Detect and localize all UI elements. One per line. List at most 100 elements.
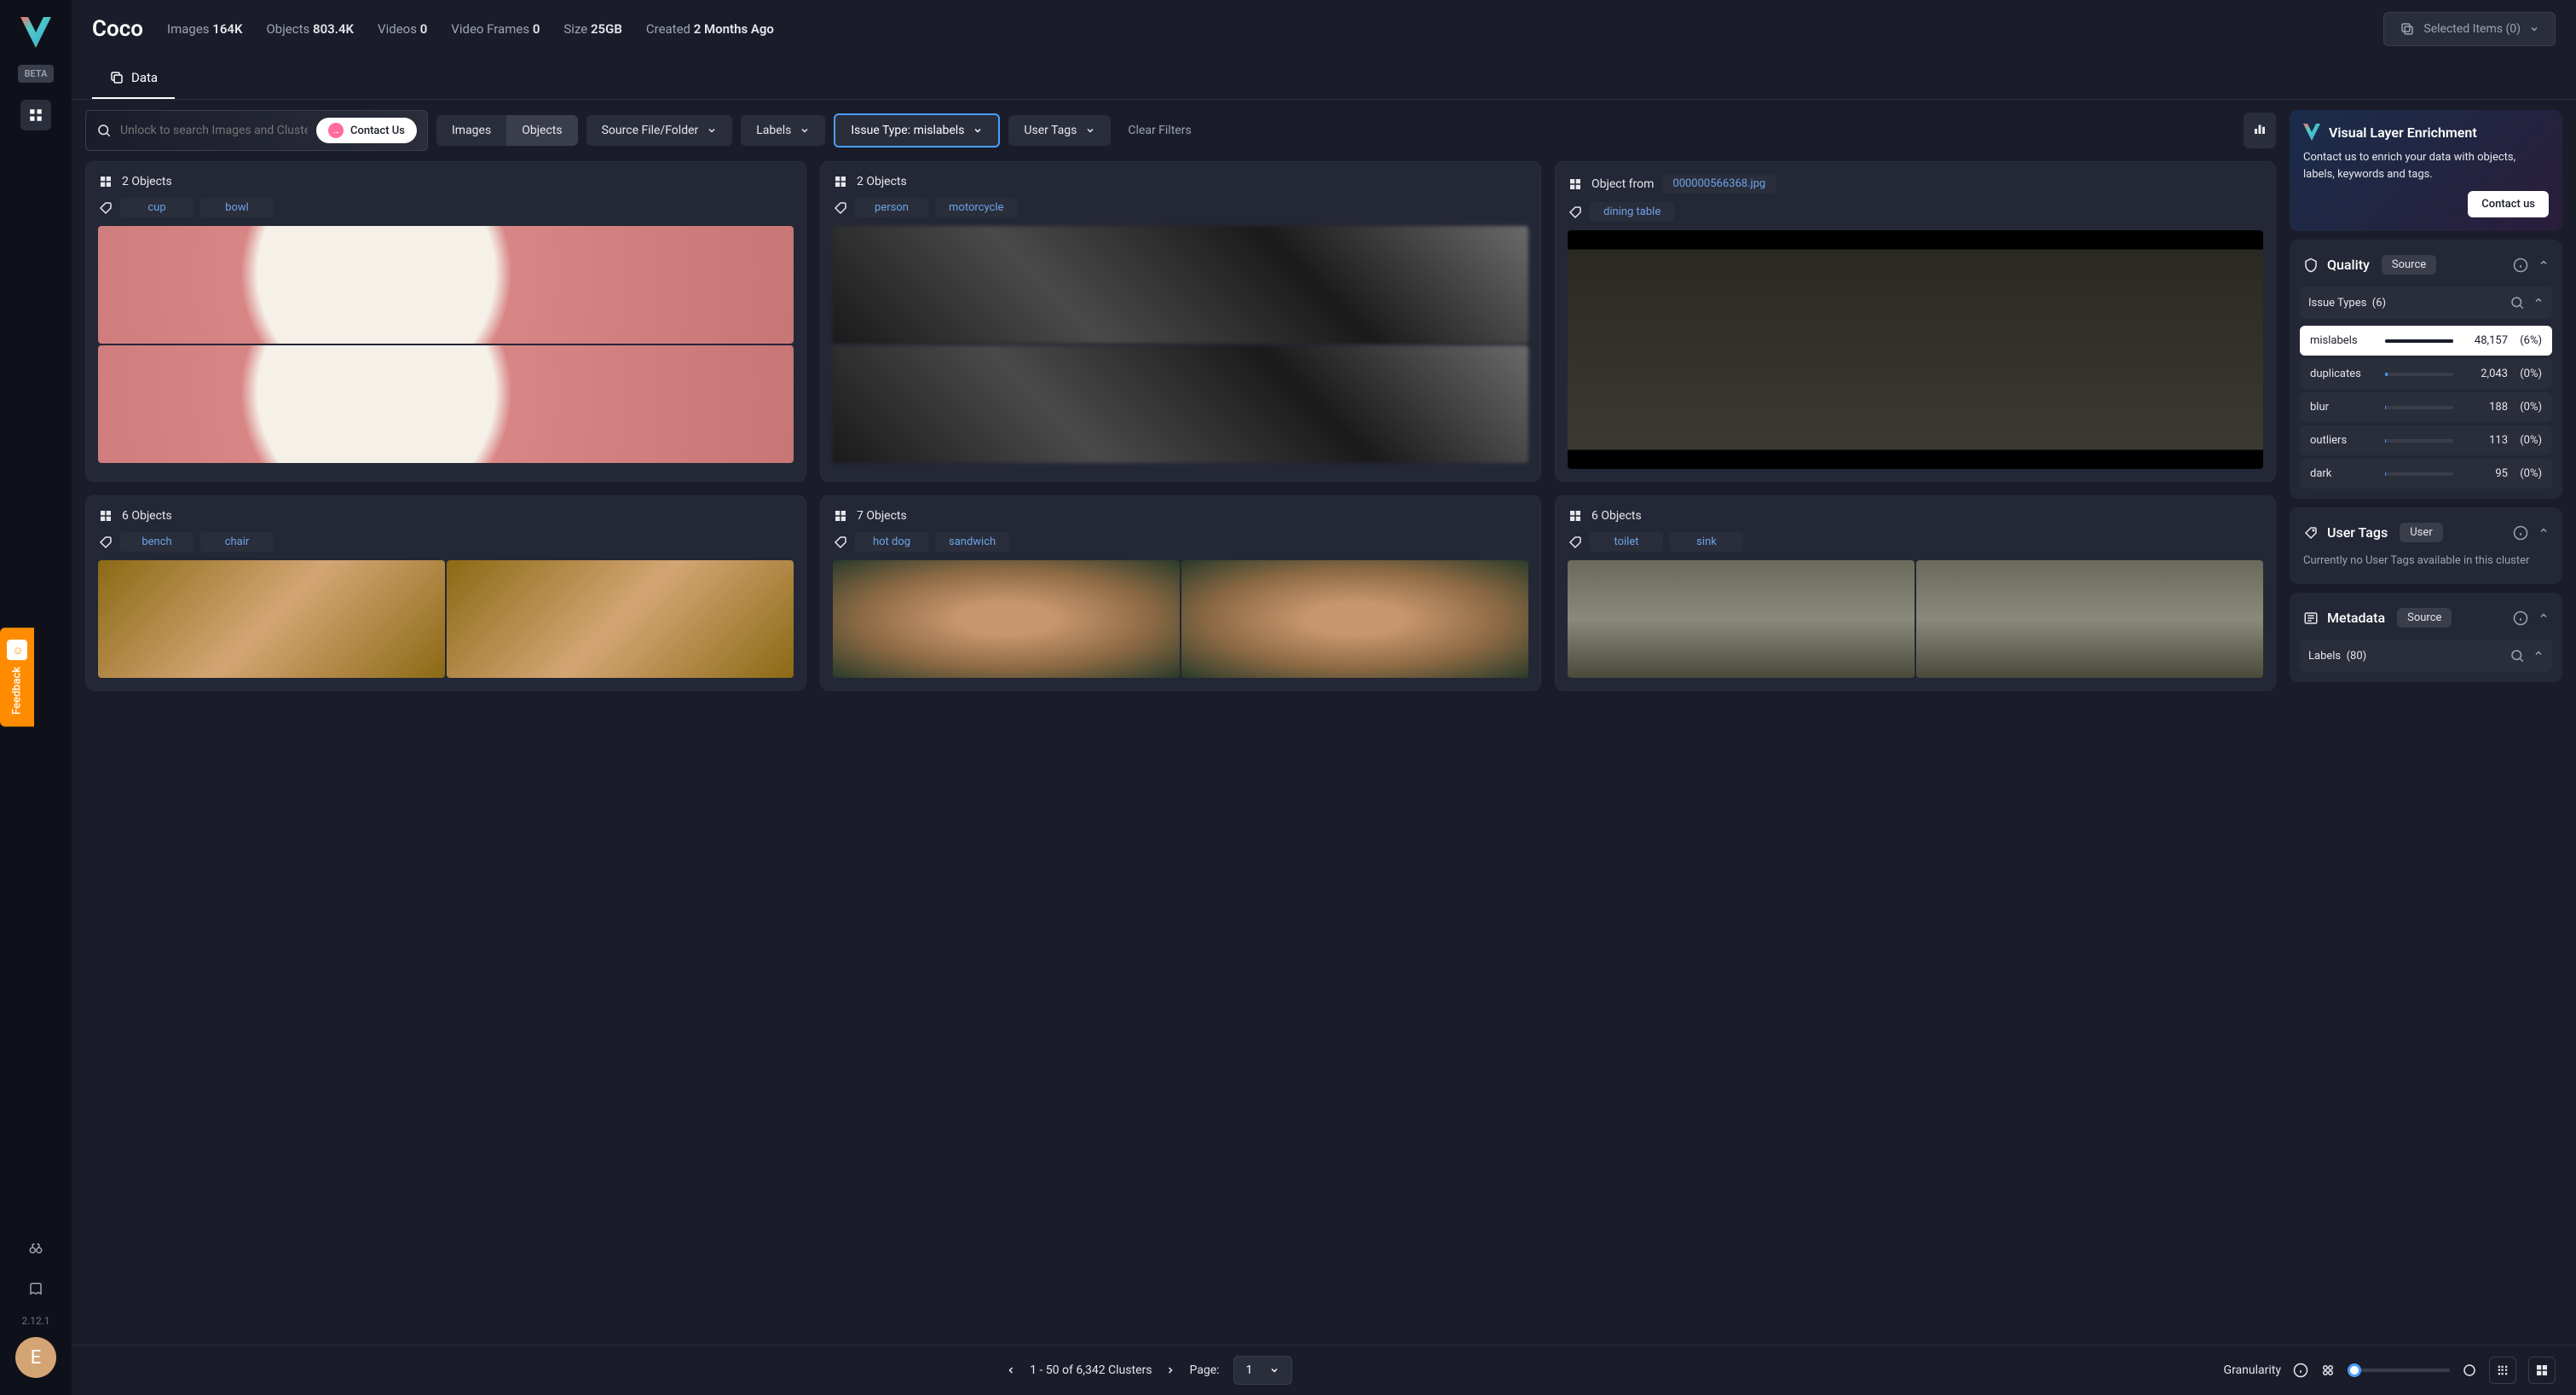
arrow-icon: → — [328, 123, 344, 138]
card-header-text: 6 Objects — [1591, 509, 1642, 523]
grid-icon — [1568, 508, 1583, 524]
enrichment-contact-button[interactable]: Contact us — [2468, 191, 2549, 217]
card-header-text: 2 Objects — [122, 175, 172, 188]
card-tags: cupbowl — [98, 198, 794, 217]
filter-source-dropdown[interactable]: Source File/Folder — [586, 115, 733, 146]
tag-chip[interactable]: sandwich — [935, 532, 1009, 552]
info-icon[interactable] — [2513, 611, 2528, 626]
issue-bar — [2385, 439, 2453, 443]
selected-items-dropdown[interactable]: Selected Items (0) — [2383, 12, 2556, 46]
search-input[interactable] — [120, 124, 308, 137]
chevron-up-icon[interactable] — [2538, 258, 2549, 268]
filter-issue-type-dropdown[interactable]: Issue Type: mislabels — [834, 113, 1000, 148]
source-chip[interactable]: 000000566368.jpg — [1662, 174, 1776, 194]
stat-images: Images 164K — [167, 21, 242, 37]
nav-docs-icon[interactable] — [20, 1274, 51, 1305]
tag-chip[interactable]: cup — [120, 198, 193, 217]
search-icon[interactable] — [2510, 295, 2525, 310]
nav-datasets-icon[interactable] — [20, 100, 51, 130]
contact-us-pill[interactable]: → Contact Us — [316, 118, 417, 143]
chevron-up-icon[interactable] — [2533, 648, 2544, 658]
chevron-up-icon[interactable] — [2538, 525, 2549, 535]
issue-row-dark[interactable]: dark95(0%) — [2300, 459, 2552, 489]
card-image — [98, 226, 794, 344]
card-header: 2 Objects — [833, 174, 1528, 189]
tag-chip[interactable]: bench — [120, 532, 193, 552]
issue-name: outliers — [2310, 434, 2375, 447]
tabs: Data — [72, 58, 2576, 100]
issue-bar — [2385, 406, 2453, 409]
user-tags-pill[interactable]: User — [2400, 523, 2442, 542]
issue-types-count: (6) — [2372, 297, 2386, 310]
chevron-down-icon — [2529, 24, 2539, 34]
card-image — [447, 560, 794, 678]
tag-chip[interactable]: sink — [1670, 532, 1743, 552]
prev-page-icon[interactable] — [1006, 1365, 1016, 1375]
tag-chip[interactable]: dining table — [1590, 202, 1674, 222]
clear-filters-link[interactable]: Clear Filters — [1119, 115, 1199, 146]
right-panel: Visual Layer Enrichment Contact us to en… — [2283, 100, 2569, 1345]
cluster-card[interactable]: Object from000000566368.jpgdining table — [1555, 161, 2276, 482]
tag-icon — [98, 200, 113, 216]
cluster-card[interactable]: 2 Objects person motorcycle — [820, 161, 1541, 482]
next-page-icon[interactable] — [1165, 1365, 1175, 1375]
card-image — [98, 345, 794, 463]
nav-binoculars-icon[interactable] — [20, 1233, 51, 1264]
filter-images-objects: Images Objects — [436, 115, 578, 146]
tag-chip[interactable]: bowl — [200, 198, 274, 217]
metadata-pill[interactable]: Source — [2397, 608, 2452, 628]
quality-source-pill[interactable]: Source — [2382, 255, 2436, 275]
tag-chip[interactable]: motorcycle — [935, 198, 1017, 217]
feedback-tab[interactable]: Feedback ☺ — [0, 628, 34, 726]
issue-name: blur — [2310, 401, 2375, 414]
cluster-card[interactable]: 2 Objects cupbowl — [85, 161, 806, 482]
issue-row-duplicates[interactable]: duplicates2,043(0%) — [2300, 359, 2552, 389]
tag-chip[interactable]: chair — [200, 532, 274, 552]
chart-button[interactable] — [2244, 113, 2276, 148]
tag-chip[interactable]: toilet — [1590, 532, 1663, 552]
granularity-slider[interactable] — [2348, 1369, 2450, 1372]
info-icon[interactable] — [2513, 525, 2528, 541]
cluster-card[interactable]: 6 Objects bench chair — [85, 495, 806, 691]
page-select[interactable]: 1 — [1233, 1356, 1293, 1385]
card-header: 2 Objects — [98, 174, 794, 189]
card-header: 6 Objects — [98, 508, 794, 524]
chevron-up-icon[interactable] — [2533, 295, 2544, 305]
enrichment-title: Visual Layer Enrichment — [2303, 124, 2549, 141]
granularity-control: Granularity — [2224, 1357, 2556, 1384]
grid-large-icon — [2534, 1363, 2550, 1378]
logo[interactable] — [20, 17, 51, 48]
grid-icon — [833, 508, 848, 524]
grid-small-button[interactable] — [2489, 1357, 2516, 1384]
issue-pct: (0%) — [2508, 467, 2542, 480]
issue-pct: (0%) — [2508, 434, 2542, 447]
chevron-up-icon[interactable] — [2538, 611, 2549, 621]
search-icon — [96, 123, 112, 138]
issue-pct: (0%) — [2508, 401, 2542, 414]
filter-images-btn[interactable]: Images — [436, 115, 506, 146]
tag-chip[interactable]: hot dog — [855, 532, 928, 552]
search-container: → Contact Us — [85, 110, 428, 151]
issue-row-mislabels[interactable]: mislabels48,157(6%) — [2300, 326, 2552, 356]
search-icon[interactable] — [2510, 648, 2525, 663]
avatar[interactable]: E — [15, 1337, 56, 1378]
issue-count: 95 — [2463, 467, 2508, 480]
issue-row-blur[interactable]: blur 188(0%) — [2300, 392, 2552, 422]
info-icon[interactable] — [2513, 258, 2528, 273]
card-header: 7 Objects — [833, 508, 1528, 524]
tab-data[interactable]: Data — [92, 58, 175, 99]
issue-bar — [2385, 339, 2453, 343]
issue-row-outliers[interactable]: outliers113(0%) — [2300, 425, 2552, 455]
issue-count: 188 — [2463, 401, 2508, 414]
grid-large-button[interactable] — [2528, 1357, 2556, 1384]
filter-objects-btn[interactable]: Objects — [506, 115, 577, 146]
tag-chip[interactable]: person — [855, 198, 928, 217]
filter-user-tags-dropdown[interactable]: User Tags — [1008, 115, 1111, 146]
logo-icon — [2303, 124, 2320, 141]
filter-labels-dropdown[interactable]: Labels — [741, 115, 825, 146]
feedback-icon: ☺ — [7, 640, 27, 660]
cluster-card[interactable]: 7 Objects hot dog sandwich — [820, 495, 1541, 691]
info-icon[interactable] — [2293, 1363, 2308, 1378]
footer: 1 - 50 of 6,342 Clusters Page: 1 Granula… — [72, 1345, 2576, 1395]
cluster-card[interactable]: 6 Objects toilet sink — [1555, 495, 2276, 691]
